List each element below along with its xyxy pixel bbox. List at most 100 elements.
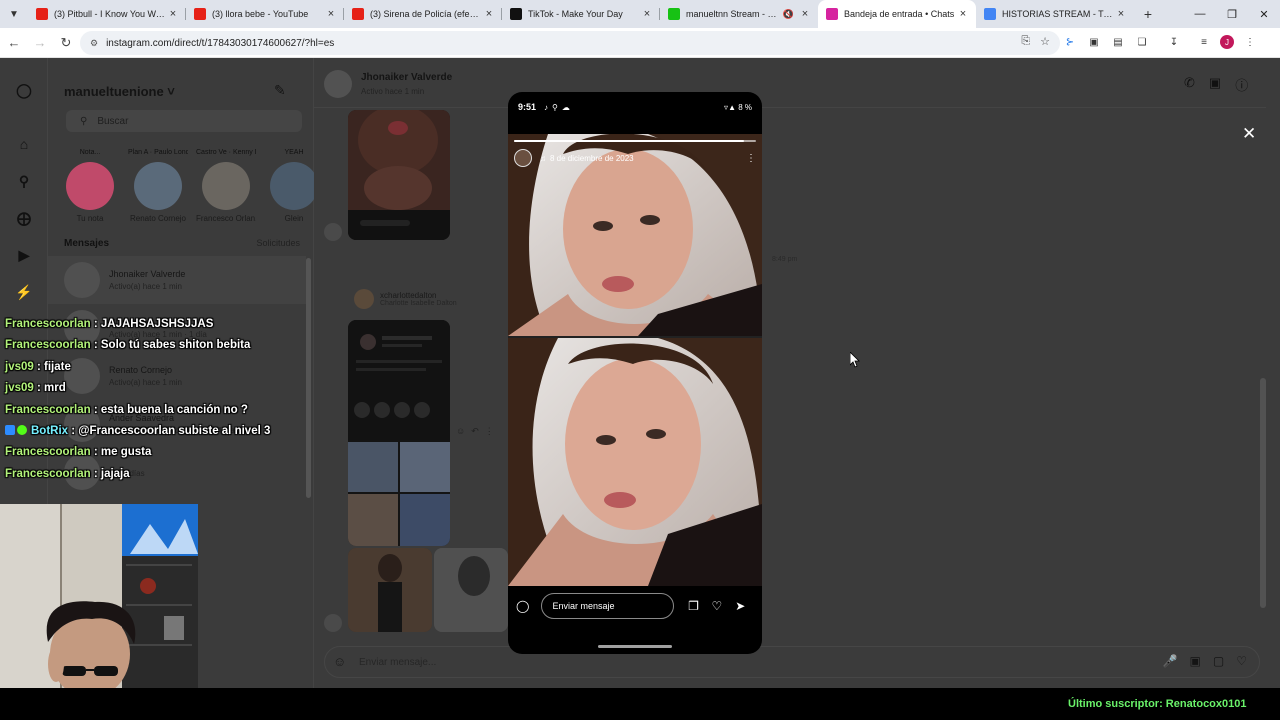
- messenger-icon[interactable]: ⚡: [14, 282, 34, 302]
- emoji-picker-icon[interactable]: ☺: [333, 654, 346, 669]
- story-more-icon[interactable]: ⋮: [746, 153, 756, 164]
- compose-icon[interactable]: ✎: [274, 82, 286, 99]
- send-icon[interactable]: ➤: [731, 599, 750, 613]
- sticker-icon[interactable]: ▢: [1213, 654, 1224, 668]
- tab-close-icon[interactable]: ×: [798, 8, 812, 20]
- instagram-logo-icon[interactable]: ◯: [14, 80, 34, 100]
- close-window-icon[interactable]: ✕: [1248, 0, 1280, 28]
- stream-chat-message: jvs09 : mrd: [5, 382, 305, 403]
- forward-icon[interactable]: →: [28, 31, 52, 55]
- close-story-icon[interactable]: ✕: [1242, 124, 1256, 144]
- like-heart-icon[interactable]: ♡: [707, 599, 726, 613]
- chat-scrollbar[interactable]: [1260, 378, 1266, 608]
- tab-5[interactable]: manueltnn Stream - Watch 🔇 ×: [660, 0, 818, 28]
- more-options-icon[interactable]: ⋮: [485, 426, 494, 437]
- chat-username: Francescoorlan: [5, 318, 91, 330]
- maximize-icon[interactable]: ❐: [1216, 0, 1248, 28]
- tab-close-icon[interactable]: ×: [640, 8, 654, 20]
- note-item[interactable]: Nota... Tu nota: [60, 146, 120, 223]
- account-switcher[interactable]: manueltuenione ˅: [64, 84, 175, 99]
- minimize-icon[interactable]: —: [1184, 0, 1216, 28]
- note-item[interactable]: Castro Ve · Kenny Dee, Rya Francesco Orla…: [196, 146, 256, 223]
- heart-icon[interactable]: ♡: [1236, 654, 1247, 668]
- profile-screenshot-image: [348, 320, 450, 546]
- react-emoji-icon[interactable]: ☺: [456, 426, 465, 437]
- contact-avatar[interactable]: [324, 70, 352, 98]
- extension-frame-icon[interactable]: ▣: [1086, 33, 1102, 51]
- shared-photo-thumbnail-2[interactable]: [434, 548, 508, 632]
- tab-1[interactable]: (3) Pitbull - I Know You Want M ×: [28, 0, 186, 28]
- chat-username: Francescoorlan: [5, 467, 91, 480]
- reply-icon[interactable]: ↶: [471, 426, 479, 437]
- message-composer[interactable]: ☺ Enviar mensaje... 🎤 ▣ ▢ ♡: [324, 646, 1260, 678]
- url-field[interactable]: ⚙ instagram.com/direct/t/178430301746006…: [80, 31, 1060, 55]
- shared-user-avatar: [354, 289, 374, 309]
- tab-search-icon[interactable]: ▼: [0, 0, 28, 28]
- tab-label: manueltnn Stream - Watch: [686, 9, 783, 19]
- chat-text: : mrd: [33, 382, 66, 395]
- image-upload-icon[interactable]: ▣: [1190, 654, 1201, 668]
- browser-menu-icon[interactable]: ⋮: [1242, 33, 1258, 51]
- install-app-icon[interactable]: ⎘: [1021, 35, 1030, 48]
- conversation-avatar: [64, 262, 100, 298]
- reload-icon[interactable]: ↻: [54, 31, 78, 55]
- screen: ▼ (3) Pitbull - I Know You Want M × (3) ll…: [0, 0, 1280, 720]
- tab-2[interactable]: (3) llora bebe - YouTube ×: [186, 0, 344, 28]
- shared-reel-thumbnail[interactable]: [348, 110, 450, 240]
- inbox-scrollbar[interactable]: [306, 258, 311, 498]
- info-icon[interactable]: ⓘ: [1235, 75, 1248, 94]
- contact-name[interactable]: Jhonaiker Valverde: [361, 72, 452, 83]
- note-item[interactable]: Plan A · Paulo Londra Renato Cornejo: [128, 146, 188, 223]
- search-input[interactable]: ⚲ Buscar: [66, 110, 302, 132]
- media-control-icon[interactable]: ≡: [1196, 33, 1212, 51]
- tab-close-icon[interactable]: ×: [482, 8, 496, 20]
- shared-photo-thumbnail[interactable]: [348, 548, 432, 632]
- home-icon[interactable]: ⌂: [14, 134, 34, 154]
- bookmark-star-icon[interactable]: ☆: [1040, 35, 1050, 48]
- tab-label: HISTORIAS STREAM - Tu histo: [1002, 9, 1114, 19]
- message-timestamp: 8:49 pm: [772, 256, 798, 263]
- extensions-puzzle-icon[interactable]: ❏: [1134, 33, 1150, 51]
- shared-post-header[interactable]: xcharlottedalton Charlotte Isabelle Dalt…: [354, 286, 474, 312]
- camera-icon[interactable]: ◯: [516, 599, 533, 613]
- notes-tray: Nota... Tu nota Plan A · Paulo Londra Renat…: [48, 146, 318, 230]
- explore-icon[interactable]: ⨁: [14, 208, 34, 228]
- youtube-icon: [194, 8, 206, 20]
- phone-call-icon[interactable]: ✆: [1184, 75, 1195, 94]
- chat-panel: Jhonaiker Valverde Activo hace 1 min ✆ ▣…: [314, 58, 1280, 688]
- extension-audio-icon[interactable]: ⊱: [1062, 33, 1078, 51]
- download-icon[interactable]: ↧: [1166, 33, 1182, 51]
- story-image[interactable]: [508, 134, 762, 586]
- stream-chat-message: BotRix : @Francescoorlan subiste al nive…: [5, 424, 305, 446]
- note-name: Francesco Orlan...: [196, 214, 256, 223]
- profile-avatar[interactable]: J: [1220, 35, 1234, 49]
- site-info-icon[interactable]: ⚙: [90, 38, 98, 49]
- conversation-preview: Activo(a) hace 1 min: [109, 282, 182, 291]
- note-bubble: Plan A · Paulo Londra: [128, 149, 188, 156]
- chat-username: Francescoorlan: [5, 403, 91, 416]
- reels-icon[interactable]: ▶: [14, 245, 34, 265]
- extension-reader-icon[interactable]: ▤: [1110, 33, 1126, 51]
- tab-3[interactable]: (3) Sirena de Policía (efecto de ×: [344, 0, 502, 28]
- chat-text: : esta buena la canción no ?: [90, 403, 248, 416]
- story-author-avatar[interactable]: [514, 149, 532, 167]
- conversation-row[interactable]: Jhonaiker Valverde Activo(a) hace 1 min: [48, 256, 306, 304]
- tab-4[interactable]: TikTok - Make Your Day ×: [502, 0, 660, 28]
- new-tab-button[interactable]: +: [1134, 6, 1162, 22]
- instagram-icon: [826, 8, 838, 20]
- video-call-icon[interactable]: ▣: [1209, 75, 1221, 94]
- requests-link[interactable]: Solicitudes: [256, 238, 300, 249]
- tab-7[interactable]: HISTORIAS STREAM - Tu histo×: [976, 0, 1134, 28]
- search-icon[interactable]: ⚲: [14, 171, 34, 191]
- back-icon[interactable]: ←: [2, 31, 26, 55]
- tab-close-icon[interactable]: ×: [956, 8, 970, 20]
- tab-close-icon[interactable]: ×: [166, 8, 180, 20]
- shared-profile-thumbnail[interactable]: [348, 320, 450, 546]
- microphone-icon[interactable]: 🎤: [1163, 654, 1178, 668]
- tab-muted-icon[interactable]: 🔇: [783, 9, 794, 20]
- tab-close-icon[interactable]: ×: [324, 8, 338, 20]
- stories-stack-icon[interactable]: ❐: [684, 599, 703, 613]
- tab-close-icon[interactable]: ×: [1114, 8, 1128, 20]
- tab-6[interactable]: Bandeja de entrada • Chats ×: [818, 0, 976, 28]
- story-reply-input[interactable]: Enviar mensaje: [541, 593, 674, 619]
